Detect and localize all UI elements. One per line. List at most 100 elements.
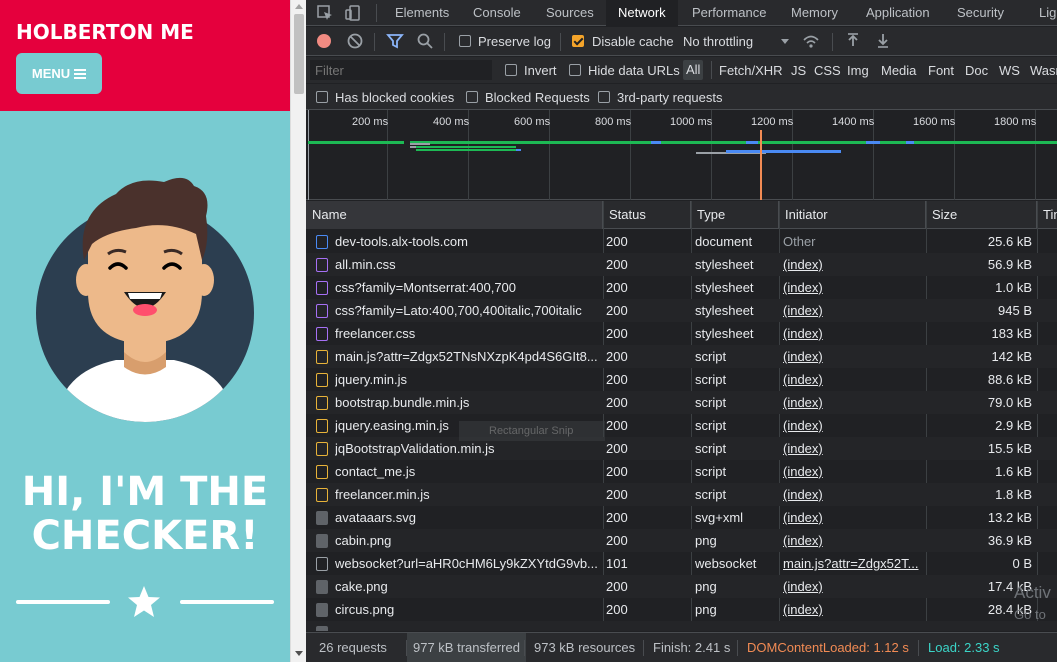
filter-type-img[interactable]: Img xyxy=(847,63,869,78)
cell-initiator[interactable]: (index) xyxy=(783,598,923,621)
column-header-initiator[interactable]: Initiator xyxy=(779,201,926,229)
chevron-down-icon[interactable] xyxy=(776,32,794,50)
cell-name[interactable]: all.min.css xyxy=(335,253,601,276)
cell-initiator[interactable]: (index) xyxy=(783,276,923,299)
site-brand[interactable]: HOLBERTON ME xyxy=(16,20,194,44)
blocked-cookies-label[interactable]: Has blocked cookies xyxy=(335,90,454,105)
table-row[interactable]: cake.png 200 png (index) 17.4 kB xyxy=(306,575,1057,598)
cell-initiator[interactable]: (index) xyxy=(783,368,923,391)
inspect-element-icon[interactable] xyxy=(316,4,334,22)
cell-name[interactable]: websocket?url=aHR0cHM6Ly9kZXYtdG9vb... xyxy=(335,552,601,575)
cell-initiator[interactable]: (index) xyxy=(783,483,923,506)
cell-initiator[interactable] xyxy=(783,621,923,631)
column-header-type[interactable]: Type xyxy=(691,201,779,229)
table-row[interactable]: all.min.css 200 stylesheet (index) 56.9 kB xyxy=(306,253,1057,276)
table-row[interactable]: bootstrap.bundle.min.js 200 script (index) 7… xyxy=(306,391,1057,414)
tab-performance[interactable]: Performance xyxy=(692,0,766,26)
cell-initiator[interactable]: (index) xyxy=(783,460,923,483)
tab-sources[interactable]: Sources xyxy=(546,0,594,26)
cell-name[interactable]: cake.png xyxy=(335,575,601,598)
cell-name[interactable]: cabin.png xyxy=(335,529,601,552)
invert-label[interactable]: Invert xyxy=(524,63,557,78)
cell-name[interactable]: css?family=Montserrat:400,700 xyxy=(335,276,601,299)
tab-lighthouse[interactable]: Lig xyxy=(1039,0,1056,26)
tab-console[interactable]: Console xyxy=(473,0,521,26)
table-row[interactable]: css?family=Montserrat:400,700 200 styleshe… xyxy=(306,276,1057,299)
filter-type-all[interactable]: All xyxy=(683,60,704,80)
cell-initiator[interactable]: (index) xyxy=(783,345,923,368)
cell-initiator[interactable]: (index) xyxy=(783,391,923,414)
cell-initiator[interactable]: (index) xyxy=(783,437,923,460)
blocked-cookies-checkbox[interactable] xyxy=(316,91,328,103)
column-header-time[interactable]: Tim xyxy=(1037,201,1057,229)
table-row[interactable]: freelancer.min.js 200 script (index) 1.8 kB xyxy=(306,483,1057,506)
network-overview-timeline[interactable]: 200 ms 400 ms 600 ms 800 ms 1000 ms 1200… xyxy=(306,110,1057,200)
device-toolbar-icon[interactable] xyxy=(344,4,362,22)
table-row[interactable]: websocket?url=aHR0cHM6Ly9kZXYtdG9vb... 10… xyxy=(306,552,1057,575)
filter-type-font[interactable]: Font xyxy=(928,63,954,78)
cell-name[interactable]: avataaars.svg xyxy=(335,506,601,529)
table-row[interactable] xyxy=(306,621,1057,631)
cell-initiator[interactable]: (index) xyxy=(783,299,923,322)
third-party-checkbox[interactable] xyxy=(598,91,610,103)
cell-name[interactable]: main.js?attr=Zdgx52TNsNXzpK4pd4S6GIt8... xyxy=(335,345,601,368)
table-row[interactable]: jqBootstrapValidation.min.js 200 script (in… xyxy=(306,437,1057,460)
cell-name[interactable]: contact_me.js xyxy=(335,460,601,483)
filter-type-media[interactable]: Media xyxy=(881,63,916,78)
disable-cache-label[interactable]: Disable cache xyxy=(592,34,674,49)
blocked-requests-checkbox[interactable] xyxy=(466,91,478,103)
cell-name[interactable]: freelancer.css xyxy=(335,322,601,345)
record-icon[interactable] xyxy=(315,32,333,50)
scroll-up-arrow-icon[interactable] xyxy=(295,4,303,9)
cell-name[interactable] xyxy=(335,621,601,631)
tab-elements[interactable]: Elements xyxy=(395,0,449,26)
cell-initiator[interactable]: (index) xyxy=(783,529,923,552)
cell-name[interactable]: jquery.min.js xyxy=(335,368,601,391)
tab-network[interactable]: Network xyxy=(606,0,678,26)
tab-memory[interactable]: Memory xyxy=(791,0,838,26)
table-row[interactable]: jquery.min.js 200 script (index) 88.6 kB xyxy=(306,368,1057,391)
table-row[interactable]: dev-tools.alx-tools.com 200 document Other 2… xyxy=(306,230,1057,253)
cell-name[interactable]: bootstrap.bundle.min.js xyxy=(335,391,601,414)
throttling-select[interactable]: No throttling xyxy=(683,34,753,49)
filter-type-js[interactable]: JS xyxy=(791,63,806,78)
table-row[interactable]: cabin.png 200 png (index) 36.9 kB xyxy=(306,529,1057,552)
scrollbar-thumb[interactable] xyxy=(294,14,304,94)
table-row[interactable]: avataaars.svg 200 svg+xml (index) 13.2 kB xyxy=(306,506,1057,529)
network-conditions-icon[interactable] xyxy=(802,32,820,50)
cell-initiator[interactable]: (index) xyxy=(783,322,923,345)
table-row[interactable]: main.js?attr=Zdgx52TNsNXzpK4pd4S6GIt8...… xyxy=(306,345,1057,368)
filter-type-css[interactable]: CSS xyxy=(814,63,841,78)
table-row[interactable]: jquery.easing.min.js 200 script (index) 2.9 … xyxy=(306,414,1057,437)
website-scrollbar[interactable] xyxy=(290,0,306,662)
table-row[interactable]: contact_me.js 200 script (index) 1.6 kB xyxy=(306,460,1057,483)
third-party-label[interactable]: 3rd-party requests xyxy=(617,90,723,105)
cell-initiator[interactable]: (index) xyxy=(783,506,923,529)
filter-type-fetch-xhr[interactable]: Fetch/XHR xyxy=(719,63,783,78)
column-header-size[interactable]: Size xyxy=(926,201,1037,229)
cell-initiator[interactable]: (index) xyxy=(783,414,923,437)
disable-cache-checkbox[interactable] xyxy=(572,35,584,47)
cell-name[interactable]: circus.png xyxy=(335,598,601,621)
cell-initiator[interactable]: main.js?attr=Zdgx52T... xyxy=(783,552,923,575)
table-row[interactable]: circus.png 200 png (index) 28.4 kB xyxy=(306,598,1057,621)
export-har-icon[interactable] xyxy=(874,32,892,50)
import-har-icon[interactable] xyxy=(844,32,862,50)
clear-icon[interactable] xyxy=(346,32,364,50)
column-header-status[interactable]: Status xyxy=(603,201,691,229)
table-row[interactable]: css?family=Lato:400,700,400italic,700ita… xyxy=(306,299,1057,322)
filter-type-ws[interactable]: WS xyxy=(999,63,1020,78)
filter-input[interactable] xyxy=(310,60,492,80)
cell-name[interactable]: freelancer.min.js xyxy=(335,483,601,506)
preserve-log-label[interactable]: Preserve log xyxy=(478,34,551,49)
scroll-down-arrow-icon[interactable] xyxy=(295,651,303,656)
column-header-name[interactable]: Name xyxy=(306,201,603,229)
cell-name[interactable]: css?family=Lato:400,700,400italic,700ita… xyxy=(335,299,601,322)
cell-name[interactable]: dev-tools.alx-tools.com xyxy=(335,230,601,253)
invert-checkbox[interactable] xyxy=(505,64,517,76)
cell-initiator[interactable]: (index) xyxy=(783,575,923,598)
filter-icon[interactable] xyxy=(386,32,404,50)
filter-type-doc[interactable]: Doc xyxy=(965,63,988,78)
table-row[interactable]: freelancer.css 200 stylesheet (index) 183 kB xyxy=(306,322,1057,345)
filter-type-wasm[interactable]: Wasm xyxy=(1030,63,1057,78)
